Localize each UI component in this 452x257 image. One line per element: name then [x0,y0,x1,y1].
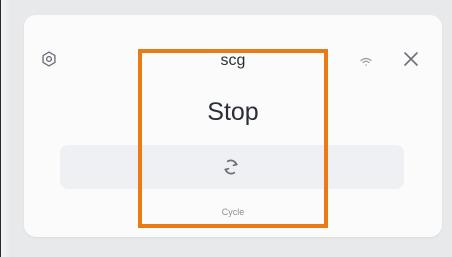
cycle-icon[interactable] [218,154,244,180]
cycle-label: Cycle [221,207,245,217]
device-name: scg [220,52,246,69]
settings-button[interactable] [37,49,61,73]
device-status: Stop [207,98,259,126]
gear-icon [40,50,58,73]
window-left-edge [0,0,10,257]
wifi-icon [357,53,375,71]
window-background: scg Stop Cycle [0,0,452,257]
close-button[interactable] [399,49,423,73]
close-icon [403,51,419,72]
